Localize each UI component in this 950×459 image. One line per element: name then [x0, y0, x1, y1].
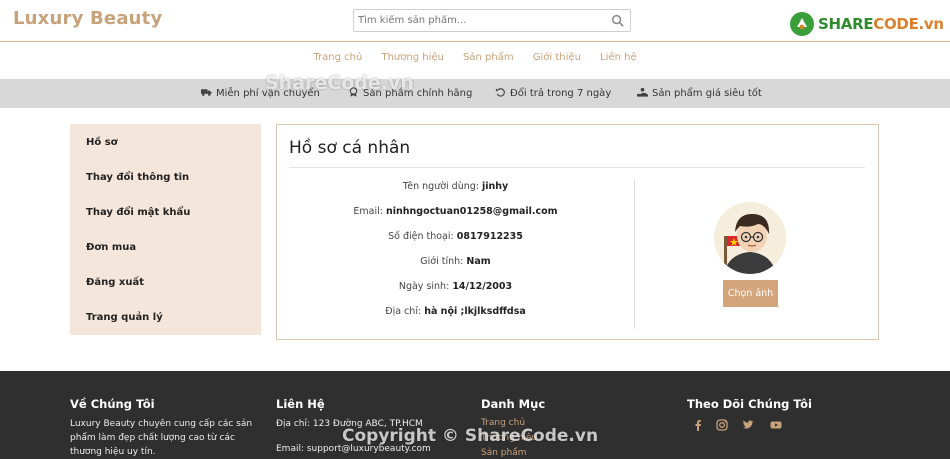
field-value: 14/12/2003: [452, 281, 513, 292]
sidebar-item-admin[interactable]: Trang quản lý: [86, 312, 163, 323]
logo-text: SHARECODE.vn: [818, 15, 944, 33]
footer-contact-heading: Liên Hệ: [276, 397, 325, 411]
nav-item-brands[interactable]: Thương hiệu: [381, 52, 443, 63]
title-divider: [289, 167, 865, 168]
nav-item-about[interactable]: Giới thiệu: [533, 52, 581, 63]
logo-mark-icon: [790, 12, 814, 36]
field-value: Nam: [466, 256, 491, 267]
promo-bar: Miễn phí vận chuyển Sản phẩm chính hãng …: [0, 79, 950, 108]
brand-name[interactable]: Luxury Beauty: [13, 8, 162, 29]
field-value: 0817912235: [456, 231, 523, 242]
logo-text-left: SHARE: [818, 15, 874, 33]
promo-best-price: Sản phẩm giá siêu tốt: [637, 87, 762, 99]
field-label: Giới tính:: [420, 256, 464, 267]
search-input[interactable]: [358, 12, 608, 29]
site-footer: Về Chúng Tôi Luxury Beauty chuyên cung c…: [0, 371, 950, 459]
promo-genuine-label: Sản phẩm chính hãng: [363, 88, 473, 99]
field-value: hà nội ;lkjlksdffdsa: [424, 306, 526, 317]
sidebar-item-change-password[interactable]: Thay đổi mật khẩu: [86, 207, 190, 218]
youtube-icon[interactable]: [770, 419, 782, 431]
promo-best-price-label: Sản phẩm giá siêu tốt: [652, 88, 762, 99]
profile-row-gender: Giới tính: Nam: [277, 256, 634, 267]
choose-image-button[interactable]: Chọn ảnh: [723, 280, 778, 307]
promo-genuine: Sản phẩm chính hãng: [348, 87, 472, 99]
instagram-icon[interactable]: [716, 419, 728, 431]
profile-row-phone: Số điện thoại: 0817912235: [277, 231, 634, 242]
nav-item-home[interactable]: Trang chủ: [313, 52, 362, 63]
footer-link-home[interactable]: Trang chủ: [481, 418, 525, 428]
nav-item-products[interactable]: Sản phẩm: [463, 52, 514, 63]
avatar: [714, 202, 786, 274]
truck-icon: [201, 89, 212, 96]
profile-row-username: Tên người dùng: jinhy: [277, 181, 634, 192]
nav-item-contact[interactable]: Liên hệ: [600, 52, 637, 63]
logo-text-right: CODE.vn: [873, 15, 944, 33]
profile-row-address: Địa chỉ: hà nội ;lkjlksdffdsa: [277, 306, 634, 317]
footer-categories-heading: Danh Mục: [481, 397, 546, 411]
footer-link-products[interactable]: Sản phẩm: [481, 448, 527, 458]
sharecode-logo: SHARECODE.vn: [790, 10, 945, 38]
main-nav: Trang chủ Thương hiệu Sản phẩm Giới thiệ…: [0, 52, 950, 70]
twitter-icon[interactable]: [742, 419, 754, 431]
sidebar-item-logout[interactable]: Đăng xuất: [86, 277, 144, 288]
promo-returns-label: Đổi trả trong 7 ngày: [510, 88, 612, 99]
field-value: ninhngoctuan01258@gmail.com: [386, 206, 558, 217]
site-header: Luxury Beauty SHARECODE.vn: [0, 0, 950, 42]
sidebar-item-orders[interactable]: Đơn mua: [86, 242, 136, 253]
footer-follow-heading: Theo Dõi Chúng Tôi: [687, 397, 812, 411]
field-label: Số điện thoại:: [388, 231, 454, 242]
badge-icon: [349, 87, 358, 97]
hand-coin-icon: [637, 87, 648, 97]
footer-about-heading: Về Chúng Tôi: [70, 397, 155, 411]
column-divider: [634, 179, 635, 329]
avatar-illustration-icon: [714, 202, 786, 274]
footer-link-brands[interactable]: Thương hiệu: [481, 433, 537, 443]
footer-about-text: Luxury Beauty chuyên cung cấp các sản ph…: [70, 419, 253, 457]
search-icon[interactable]: [611, 14, 624, 27]
promo-returns: Đổi trả trong 7 ngày: [495, 87, 611, 99]
facebook-icon[interactable]: [692, 419, 704, 431]
field-label: Tên người dùng:: [402, 181, 479, 192]
field-label: Địa chỉ:: [385, 306, 422, 317]
profile-row-birthday: Ngày sinh: 14/12/2003: [277, 281, 634, 292]
sidebar-item-edit-info[interactable]: Thay đổi thông tin: [86, 172, 189, 183]
sidebar-item-profile[interactable]: Hồ sơ: [86, 137, 118, 148]
field-label: Email:: [353, 206, 383, 217]
profile-panel: Hồ sơ cá nhân Tên người dùng: jinhy Emai…: [276, 124, 879, 340]
footer-email: Email: support@luxurybeauty.com: [276, 444, 431, 454]
profile-row-email: Email: ninhngoctuan01258@gmail.com: [277, 206, 634, 217]
field-label: Ngày sinh:: [398, 281, 450, 292]
account-sidebar: Hồ sơ Thay đổi thông tin Thay đổi mật kh…: [70, 124, 261, 335]
undo-icon: [495, 88, 505, 97]
field-value: jinhy: [482, 181, 509, 192]
footer-address: Địa chỉ: 123 Đường ABC, TP.HCM: [276, 419, 423, 429]
page-title: Hồ sơ cá nhân: [289, 138, 411, 158]
promo-free-shipping: Miễn phí vận chuyển: [201, 87, 320, 99]
promo-free-shipping-label: Miễn phí vận chuyển: [216, 88, 320, 99]
search-box[interactable]: [353, 9, 631, 32]
